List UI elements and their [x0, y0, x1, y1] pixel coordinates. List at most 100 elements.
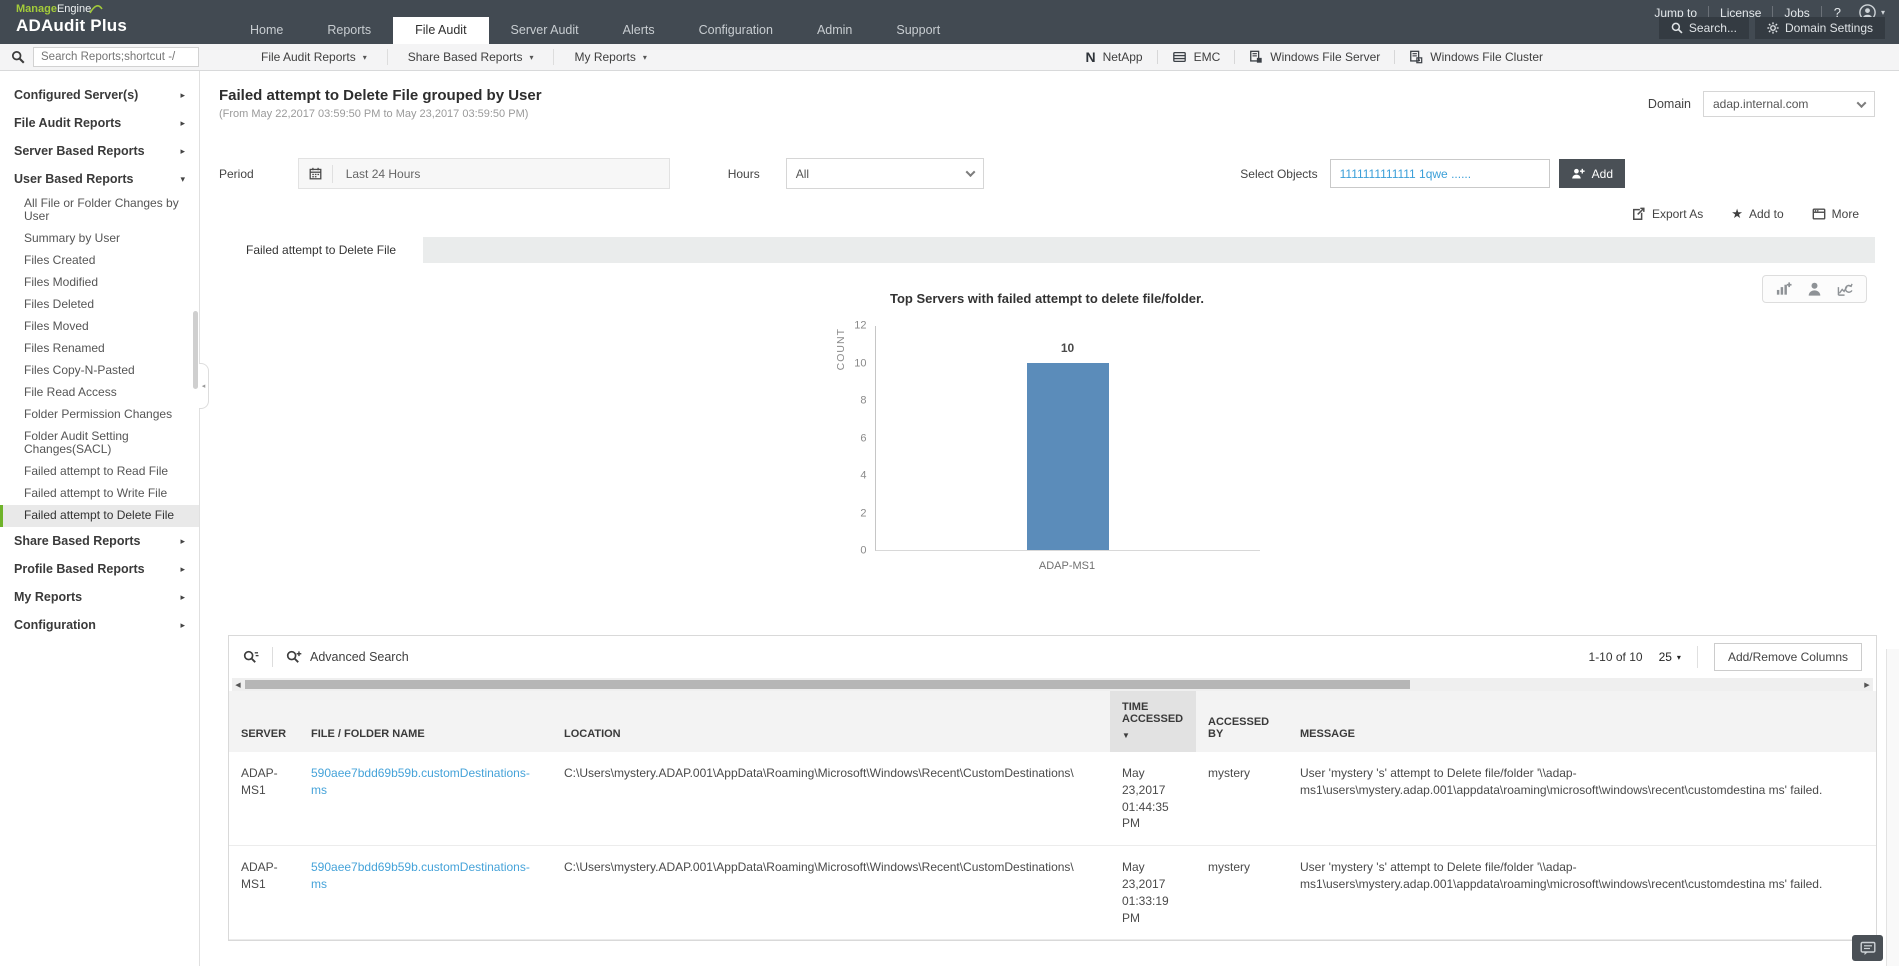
- emc-link[interactable]: EMC: [1156, 50, 1235, 64]
- column-header-server[interactable]: SERVER: [229, 691, 299, 752]
- hours-select[interactable]: All: [785, 158, 984, 189]
- sort-desc-icon: ▼: [1122, 731, 1130, 740]
- windows-file-server-link[interactable]: Windows File Server: [1234, 50, 1394, 64]
- chevron-down-icon: ▾: [642, 52, 647, 62]
- global-search-button[interactable]: Search...: [1658, 17, 1749, 39]
- sidebar-item-folder-permission-changes[interactable]: Folder Permission Changes: [0, 404, 199, 426]
- chevron-down-icon: ▾: [1676, 652, 1681, 662]
- add-objects-button[interactable]: Add: [1558, 159, 1625, 188]
- sidebar-item-profile-based-reports[interactable]: Profile Based Reports ▸: [0, 555, 199, 583]
- cell-file-name: 590aee7bdd69b59b.customDestinations-ms: [299, 752, 552, 847]
- sidebar-item-failed-attempt-delete[interactable]: Failed attempt to Delete File: [0, 505, 199, 527]
- sidebar-item-summary-by-user[interactable]: Summary by User: [0, 228, 199, 250]
- sidebar-scrollbar[interactable]: [193, 311, 198, 389]
- cell-server: ADAP-MS1: [229, 845, 299, 941]
- nav-item-file-audit[interactable]: File Audit: [393, 17, 489, 44]
- emc-icon: [1172, 50, 1187, 64]
- horizontal-scrollbar[interactable]: ◀ ▶: [232, 678, 1873, 691]
- add-remove-columns-button[interactable]: Add/Remove Columns: [1713, 643, 1862, 671]
- scroll-left-arrow[interactable]: ◀: [232, 678, 244, 691]
- toolbar-divider: [1696, 646, 1698, 668]
- scrollbar-thumb[interactable]: [245, 680, 1411, 689]
- domain-settings-button[interactable]: Domain Settings: [1754, 17, 1885, 39]
- sidebar-item-share-based-reports[interactable]: Share Based Reports ▸: [0, 527, 199, 555]
- sidebar-item-files-copy-n-pasted[interactable]: Files Copy-N-Pasted: [0, 360, 199, 382]
- chevron-down-icon: ▾: [1880, 8, 1885, 17]
- chevron-right-icon: ▸: [180, 535, 185, 546]
- sidebar-item-all-file-folder-changes[interactable]: All File or Folder Changes by User: [0, 193, 199, 228]
- pagination-info: 1-10 of 10: [1588, 650, 1643, 664]
- file-link[interactable]: 590aee7bdd69b59b.customDestinations-ms: [311, 766, 530, 797]
- sidebar-item-configured-servers[interactable]: Configured Server(s) ▸: [0, 81, 199, 109]
- nav-item-admin[interactable]: Admin: [795, 17, 874, 44]
- chart-bar[interactable]: [1026, 363, 1109, 550]
- column-header-location[interactable]: LOCATION: [552, 691, 1110, 752]
- cell-location: C:\Users\mystery.ADAP.001\AppData\Roamin…: [552, 752, 1110, 847]
- nav-item-home[interactable]: Home: [228, 17, 305, 44]
- sidebar-collapse-handle[interactable]: ◂: [199, 363, 209, 409]
- report-search-input[interactable]: [33, 47, 199, 67]
- period-field[interactable]: Last 24 Hours: [297, 158, 670, 189]
- nav-item-reports[interactable]: Reports: [305, 17, 393, 44]
- app-header: ManageEngine ADAudit Plus Home Reports F…: [0, 0, 1899, 44]
- column-header-message[interactable]: MESSAGE: [1288, 691, 1876, 752]
- windows-file-cluster-link[interactable]: Windows File Cluster: [1394, 50, 1557, 64]
- y-axis-ticks: 0 2 4 6 8 10 12: [854, 319, 867, 557]
- file-link[interactable]: 590aee7bdd69b59b.customDestinations-ms: [311, 860, 530, 891]
- nav-item-server-audit[interactable]: Server Audit: [489, 17, 601, 44]
- chevron-right-icon: ▸: [180, 145, 185, 156]
- netapp-link[interactable]: N NetApp: [1071, 49, 1156, 65]
- column-header-accessed-by[interactable]: ACCESSED BY: [1196, 691, 1288, 752]
- report-date-range: (From May 22,2017 03:59:50 PM to May 23,…: [219, 108, 529, 120]
- export-as-button[interactable]: Export As: [1632, 207, 1703, 221]
- sidebar-item-files-modified[interactable]: Files Modified: [0, 272, 199, 294]
- advanced-search-icon[interactable]: [286, 650, 302, 665]
- main-content: Failed attempt to Delete File grouped by…: [201, 71, 1899, 966]
- menu-my-reports[interactable]: My Reports ▾: [553, 49, 666, 65]
- brand-logo: ManageEngine ADAudit Plus: [16, 3, 127, 35]
- page-scrollbar[interactable]: [1886, 649, 1899, 966]
- chevron-down-icon: ▾: [180, 173, 185, 184]
- column-search-icon[interactable]: [243, 650, 259, 665]
- sidebar-item-server-based-reports[interactable]: Server Based Reports ▸: [0, 137, 199, 165]
- select-objects-input[interactable]: [1329, 159, 1550, 188]
- sidebar-item-files-renamed[interactable]: Files Renamed: [0, 338, 199, 360]
- more-button[interactable]: More: [1812, 207, 1859, 221]
- chart-refresh-icon[interactable]: [1837, 281, 1854, 297]
- sidebar-item-my-reports[interactable]: My Reports ▸: [0, 583, 199, 611]
- scroll-right-arrow[interactable]: ▶: [1861, 678, 1873, 691]
- add-to-button[interactable]: ★ Add to: [1731, 207, 1783, 221]
- feedback-button[interactable]: [1852, 935, 1883, 961]
- sidebar-item-folder-audit-setting-changes[interactable]: Folder Audit Setting Changes(SACL): [0, 426, 199, 461]
- sidebar-item-file-audit-reports[interactable]: File Audit Reports ▸: [0, 109, 199, 137]
- sidebar-item-files-moved[interactable]: Files Moved: [0, 316, 199, 338]
- sidebar-item-files-created[interactable]: Files Created: [0, 250, 199, 272]
- cell-location: C:\Users\mystery.ADAP.001\AppData\Roamin…: [552, 845, 1110, 941]
- sidebar-item-failed-attempt-write[interactable]: Failed attempt to Write File: [0, 483, 199, 505]
- main-nav: Home Reports File Audit Server Audit Ale…: [228, 17, 962, 44]
- chart: COUNT 0 2 4 6 8 10 12 10 ADAP-MS1: [219, 319, 1875, 572]
- sidebar-item-user-based-reports[interactable]: User Based Reports ▾: [0, 165, 199, 193]
- menu-share-based-reports[interactable]: Share Based Reports ▾: [386, 49, 554, 65]
- column-header-file-folder-name[interactable]: FILE / FOLDER NAME: [299, 691, 552, 752]
- cell-message: User 'mystery 's' attempt to Delete file…: [1288, 845, 1876, 941]
- tab-failed-attempt-delete[interactable]: Failed attempt to Delete File: [219, 237, 424, 263]
- chart-type-add-icon[interactable]: [1775, 281, 1792, 297]
- sidebar-item-failed-attempt-read[interactable]: Failed attempt to Read File: [0, 461, 199, 483]
- nav-item-configuration[interactable]: Configuration: [677, 17, 795, 44]
- chart-toolbar: [1762, 275, 1867, 303]
- cell-accessed-by: mystery: [1196, 752, 1288, 847]
- chart-bar-value: 10: [1060, 341, 1075, 356]
- domain-select[interactable]: adap.internal.com: [1703, 91, 1875, 117]
- nav-item-support[interactable]: Support: [874, 17, 962, 44]
- advanced-search-button[interactable]: Advanced Search: [310, 650, 409, 664]
- menu-file-audit-reports[interactable]: File Audit Reports ▾: [241, 49, 387, 65]
- sidebar-item-file-read-access[interactable]: File Read Access: [0, 382, 199, 404]
- page-size-select[interactable]: 25 ▾: [1659, 650, 1681, 664]
- sidebar-item-files-deleted[interactable]: Files Deleted: [0, 294, 199, 316]
- nav-item-alerts[interactable]: Alerts: [601, 17, 677, 44]
- column-header-time-accessed[interactable]: TIME ACCESSED ▼: [1110, 691, 1196, 752]
- chart-group-by-user-icon[interactable]: [1807, 281, 1822, 297]
- calendar-icon: [309, 164, 333, 183]
- sidebar-item-configuration[interactable]: Configuration ▸: [0, 611, 199, 639]
